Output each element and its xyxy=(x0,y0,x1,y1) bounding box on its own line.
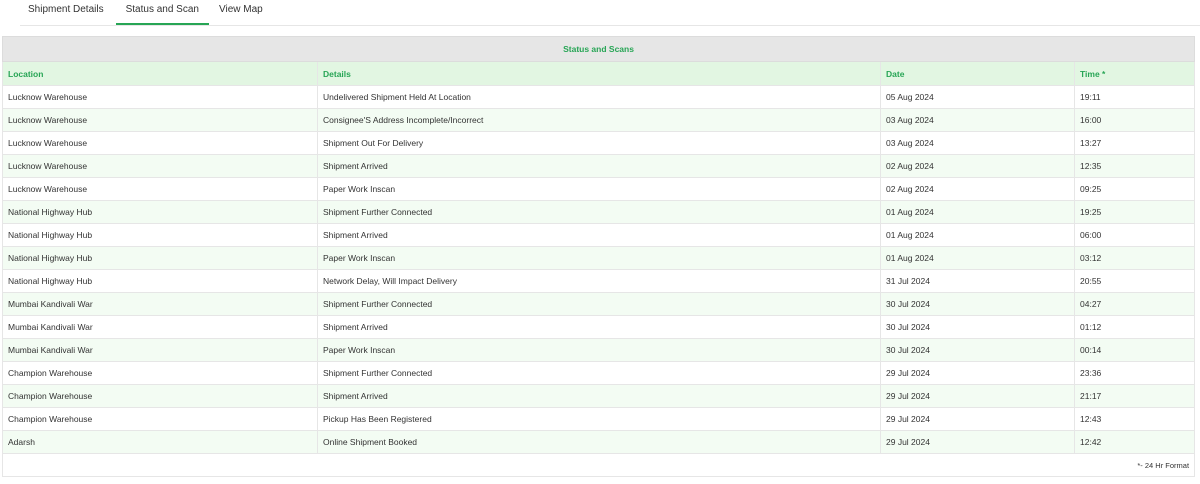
time-cell: 12:35 xyxy=(1073,154,1196,178)
table-row: Adarsh Online Shipment Booked 29 Jul 2024 1… xyxy=(2,430,1196,454)
date-cell: 02 Aug 2024 xyxy=(880,177,1075,201)
time-cell: 09:25 xyxy=(1073,177,1196,201)
date-cell: 03 Aug 2024 xyxy=(880,131,1075,155)
details-cell: Shipment Out For Delivery xyxy=(317,131,881,155)
table-row: Champion Warehouse Shipment Arrived 29 Jul… xyxy=(2,384,1196,408)
table-row: Mumbai Kandivali War Paper Work Inscan 30 … xyxy=(2,338,1196,362)
table-row: National Highway Hub Shipment Further Con… xyxy=(2,200,1196,224)
time-cell: 20:55 xyxy=(1073,269,1196,293)
table-row: National Highway Hub Paper Work Inscan 01 … xyxy=(2,246,1196,270)
location-cell: Mumbai Kandivali War xyxy=(2,315,318,339)
table-body: Lucknow Warehouse Undelivered Shipment He… xyxy=(2,85,1196,454)
time-cell: 23:36 xyxy=(1073,361,1196,385)
time-cell: 04:27 xyxy=(1073,292,1196,316)
details-cell: Shipment Arrived xyxy=(317,315,881,339)
location-cell: National Highway Hub xyxy=(2,223,318,247)
column-header-time: Time * xyxy=(1073,61,1196,86)
date-cell: 29 Jul 2024 xyxy=(880,407,1075,431)
date-cell: 05 Aug 2024 xyxy=(880,85,1075,109)
table-row: Mumbai Kandivali War Shipment Arrived 30 J… xyxy=(2,315,1196,339)
details-cell: Shipment Arrived xyxy=(317,154,881,178)
details-cell: Paper Work Inscan xyxy=(317,177,881,201)
location-cell: Champion Warehouse xyxy=(2,384,318,408)
details-cell: Shipment Arrived xyxy=(317,223,881,247)
table-row: Lucknow Warehouse Paper Work Inscan 02 Aug… xyxy=(2,177,1196,201)
date-cell: 29 Jul 2024 xyxy=(880,430,1075,454)
time-cell: 16:00 xyxy=(1073,108,1196,132)
details-cell: Shipment Further Connected xyxy=(317,361,881,385)
details-cell: Network Delay, Will Impact Delivery xyxy=(317,269,881,293)
location-cell: Mumbai Kandivali War xyxy=(2,338,318,362)
time-cell: 19:11 xyxy=(1073,85,1196,109)
table-row: Lucknow Warehouse Shipment Out For Delive… xyxy=(2,131,1196,155)
table-row: National Highway Hub Shipment Arrived 01 A… xyxy=(2,223,1196,247)
tab-shipment-details[interactable]: Shipment Details xyxy=(18,0,114,26)
time-cell: 01:12 xyxy=(1073,315,1196,339)
location-cell: Lucknow Warehouse xyxy=(2,131,318,155)
tab-divider xyxy=(20,25,1200,26)
column-header-details: Details xyxy=(317,61,881,86)
time-cell: 03:12 xyxy=(1073,246,1196,270)
time-cell: 21:17 xyxy=(1073,384,1196,408)
location-cell: Lucknow Warehouse xyxy=(2,85,318,109)
table-row: Lucknow Warehouse Consignee'S Address Inc… xyxy=(2,108,1196,132)
table-row: Champion Warehouse Pickup Has Been Regist… xyxy=(2,407,1196,431)
date-cell: 01 Aug 2024 xyxy=(880,223,1075,247)
column-header-date: Date xyxy=(880,61,1075,86)
location-cell: National Highway Hub xyxy=(2,269,318,293)
table-header-row: Location Details Date Time * xyxy=(2,61,1196,86)
status-scans-table: Status and Scans Location Details Date T… xyxy=(1,36,1196,477)
location-cell: Mumbai Kandivali War xyxy=(2,292,318,316)
location-cell: Lucknow Warehouse xyxy=(2,108,318,132)
date-cell: 01 Aug 2024 xyxy=(880,246,1075,270)
date-cell: 31 Jul 2024 xyxy=(880,269,1075,293)
date-cell: 29 Jul 2024 xyxy=(880,361,1075,385)
details-cell: Shipment Further Connected xyxy=(317,200,881,224)
details-cell: Consignee'S Address Incomplete/Incorrect xyxy=(317,108,881,132)
time-cell: 12:43 xyxy=(1073,407,1196,431)
location-cell: Adarsh xyxy=(2,430,318,454)
tab-view-map[interactable]: View Map xyxy=(209,0,273,26)
date-cell: 03 Aug 2024 xyxy=(880,108,1075,132)
date-cell: 29 Jul 2024 xyxy=(880,384,1075,408)
table-row: Champion Warehouse Shipment Further Conne… xyxy=(2,361,1196,385)
time-format-note: *- 24 Hr Format xyxy=(1,453,1196,477)
table-row: Lucknow Warehouse Shipment Arrived 02 Aug … xyxy=(2,154,1196,178)
date-cell: 30 Jul 2024 xyxy=(880,315,1075,339)
time-cell: 00:14 xyxy=(1073,338,1196,362)
details-cell: Paper Work Inscan xyxy=(317,338,881,362)
date-cell: 30 Jul 2024 xyxy=(880,292,1075,316)
table-row: Lucknow Warehouse Undelivered Shipment He… xyxy=(2,85,1196,109)
date-cell: 01 Aug 2024 xyxy=(880,200,1075,224)
time-cell: 19:25 xyxy=(1073,200,1196,224)
location-cell: Champion Warehouse xyxy=(2,361,318,385)
details-cell: Shipment Further Connected xyxy=(317,292,881,316)
location-cell: Lucknow Warehouse xyxy=(2,154,318,178)
status-scans-panel: Status and Scans Location Details Date T… xyxy=(1,36,1196,477)
location-cell: National Highway Hub xyxy=(2,200,318,224)
table-row: National Highway Hub Network Delay, Will … xyxy=(2,269,1196,293)
tab-bar: Shipment Details Status and Scan View Ma… xyxy=(20,0,1200,26)
location-cell: Lucknow Warehouse xyxy=(2,177,318,201)
location-cell: National Highway Hub xyxy=(2,246,318,270)
table-row: Mumbai Kandivali War Shipment Further Con… xyxy=(2,292,1196,316)
details-cell: Shipment Arrived xyxy=(317,384,881,408)
tab-status-and-scan[interactable]: Status and Scan xyxy=(115,0,210,26)
details-cell: Paper Work Inscan xyxy=(317,246,881,270)
details-cell: Undelivered Shipment Held At Location xyxy=(317,85,881,109)
date-cell: 02 Aug 2024 xyxy=(880,154,1075,178)
table-caption: Status and Scans xyxy=(1,36,1196,62)
time-cell: 06:00 xyxy=(1073,223,1196,247)
column-header-location: Location xyxy=(2,61,318,86)
details-cell: Online Shipment Booked xyxy=(317,430,881,454)
details-cell: Pickup Has Been Registered xyxy=(317,407,881,431)
date-cell: 30 Jul 2024 xyxy=(880,338,1075,362)
location-cell: Champion Warehouse xyxy=(2,407,318,431)
time-cell: 13:27 xyxy=(1073,131,1196,155)
time-cell: 12:42 xyxy=(1073,430,1196,454)
